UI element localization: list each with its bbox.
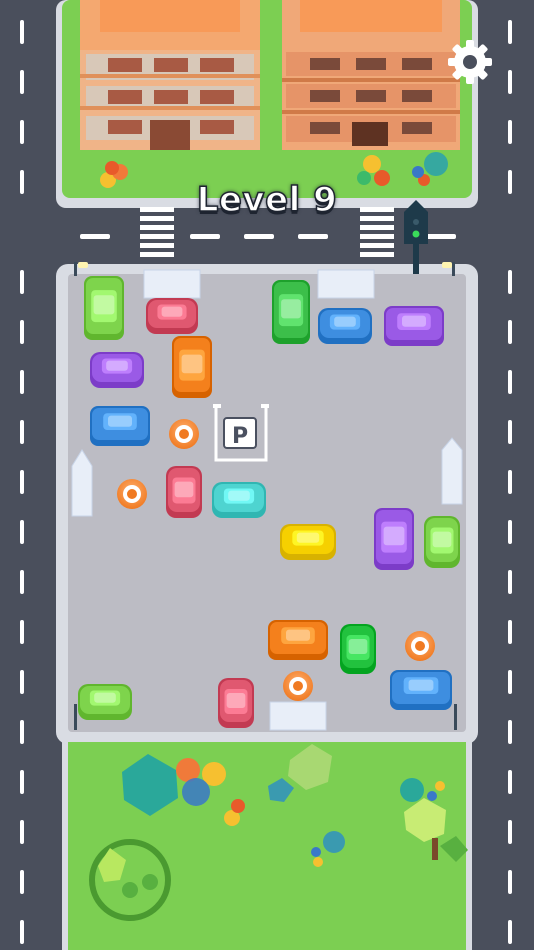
blue-bus-bottom-right[interactable] <box>390 670 452 710</box>
green-car-bottom-left[interactable] <box>78 684 132 720</box>
green-car-right[interactable] <box>424 516 460 568</box>
orange-bus-left[interactable] <box>172 336 212 398</box>
building-right <box>282 0 460 150</box>
purple-car-left[interactable] <box>90 352 144 388</box>
pink-car-bottom[interactable] <box>218 678 254 728</box>
purple-bus-top-right[interactable] <box>384 306 444 346</box>
green-bus-top-left[interactable] <box>84 276 124 340</box>
pink-car-middle[interactable] <box>166 466 202 518</box>
blue-car-top[interactable] <box>318 308 372 344</box>
building-left <box>80 0 260 150</box>
pink-car-top[interactable] <box>146 298 198 334</box>
game-scene: P <box>0 0 534 950</box>
orange-bus-bottom[interactable] <box>268 620 328 660</box>
yellow-taxi[interactable] <box>280 524 336 560</box>
cyan-car-middle[interactable] <box>212 482 266 518</box>
green-car-bottom[interactable] <box>340 624 376 674</box>
blue-bus-left[interactable] <box>90 406 150 446</box>
purple-bus-right[interactable] <box>374 508 414 570</box>
parking-sign: P <box>232 424 248 449</box>
level-label: Level 9 <box>196 179 338 221</box>
green-bus-top-center[interactable] <box>272 280 310 344</box>
gear-icon <box>448 40 492 84</box>
settings-button[interactable] <box>444 36 496 88</box>
